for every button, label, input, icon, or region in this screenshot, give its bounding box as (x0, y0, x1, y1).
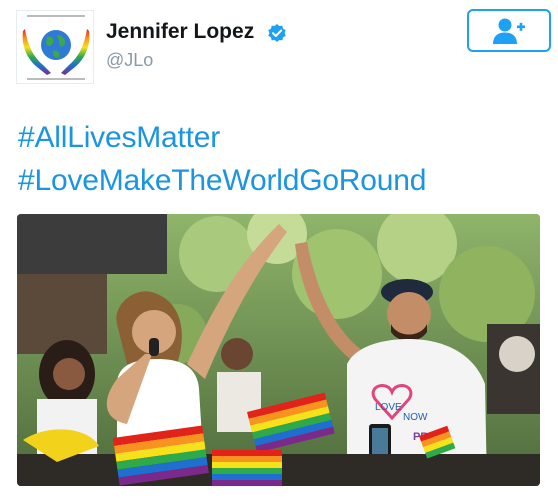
rainbow-globe-hands-icon (17, 11, 93, 83)
tweet-card: Jennifer Lopez @JLo #AllLivesMatter #Lov… (0, 0, 558, 504)
user-display-name[interactable]: Jennifer Lopez (106, 20, 254, 44)
hashtag-link[interactable]: #LoveMakeTheWorldGoRound (18, 159, 548, 202)
add-user-icon (493, 18, 525, 44)
verified-badge-icon (268, 24, 286, 42)
profile-avatar[interactable] (16, 10, 94, 84)
concert-photo: LOVE NOW PRIDE (17, 214, 540, 486)
shirt-text: NOW (403, 412, 428, 423)
hashtag-link[interactable]: #AllLivesMatter (18, 116, 548, 159)
tweet-text: #AllLivesMatter #LoveMakeTheWorldGoRound (18, 116, 548, 202)
user-handle[interactable]: @JLo (106, 50, 153, 71)
shirt-text: LOVE (375, 402, 402, 413)
tweet-photo[interactable]: LOVE NOW PRIDE (17, 214, 540, 486)
follow-button[interactable] (467, 9, 551, 52)
